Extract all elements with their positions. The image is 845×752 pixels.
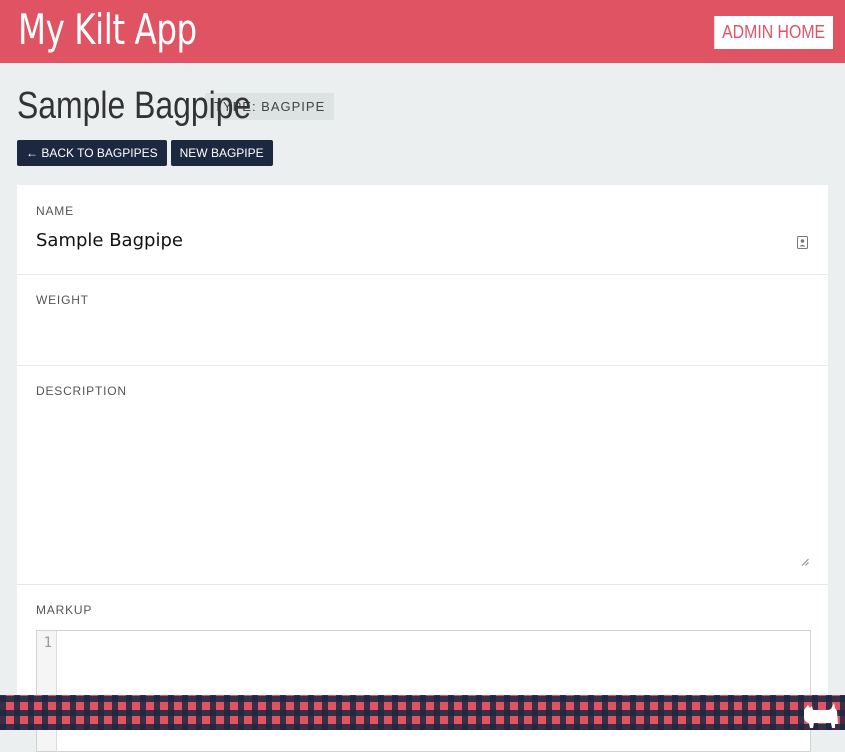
weight-field[interactable]: WEIGHT [17, 275, 828, 366]
name-input[interactable]: Sample Bagpipe [36, 230, 183, 251]
description-textarea[interactable] [36, 410, 806, 560]
back-to-bagpipes-button[interactable]: ← BACK TO BAGPIPES [17, 140, 167, 166]
name-label: NAME [36, 204, 74, 218]
tartan-footer [0, 695, 845, 730]
new-bagpipe-button[interactable]: NEW BAGPIPE [170, 140, 273, 166]
action-buttons: ← BACK TO BAGPIPES NEW BAGPIPE [17, 140, 273, 166]
page-title: Sample Bagpipe [17, 84, 252, 127]
description-field[interactable]: DESCRIPTION [17, 366, 828, 585]
page-heading: Sample Bagpipe TYPE: BAGPIPE [17, 83, 335, 129]
weight-label: WEIGHT [36, 293, 89, 307]
name-field[interactable]: NAME Sample Bagpipe [17, 185, 828, 275]
app-title: My Kilt App [18, 5, 197, 54]
top-bar: My Kilt App ADMIN HOME [0, 0, 845, 63]
contact-card-icon[interactable] [797, 236, 808, 249]
description-label: DESCRIPTION [36, 384, 127, 398]
edit-form: NAME Sample Bagpipe WEIGHT DESCRIPTION M… [17, 185, 828, 752]
line-number: 1 [43, 635, 52, 651]
markup-label: MARKUP [36, 603, 93, 617]
markup-editor[interactable]: 1 [36, 630, 811, 752]
admin-home-button[interactable]: ADMIN HOME [714, 16, 833, 49]
scottie-dog-icon [804, 703, 838, 728]
line-gutter: 1 [37, 631, 57, 751]
resize-handle-icon[interactable] [801, 558, 809, 566]
